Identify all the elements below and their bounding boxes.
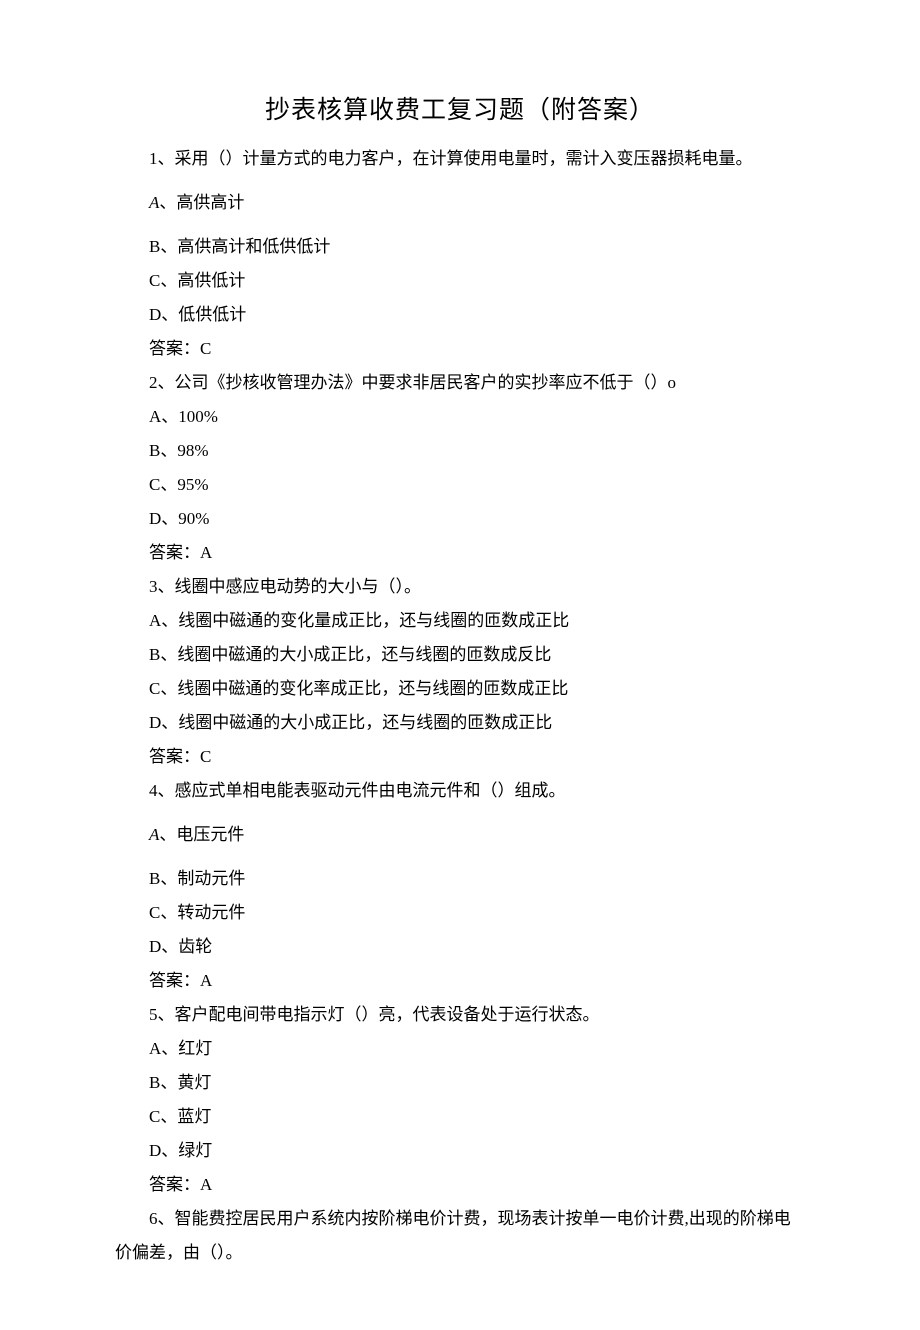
q4-option-a: A、电压元件	[115, 818, 805, 852]
q1-option-d: D、低供低计	[115, 298, 805, 332]
q4-stem: 4、感应式单相电能表驱动元件由电流元件和（）组成。	[115, 774, 805, 808]
q5-answer: 答案：A	[115, 1168, 805, 1202]
q5-stem: 5、客户配电间带电指示灯（）亮，代表设备处于运行状态。	[115, 998, 805, 1032]
q4-answer: 答案：A	[115, 964, 805, 998]
q1-option-b: B、高供高计和低供低计	[115, 230, 805, 264]
q5-option-a: A、红灯	[115, 1032, 805, 1066]
q4-option-d: D、齿轮	[115, 930, 805, 964]
q3-option-b: B、线圈中磁通的大小成正比，还与线圈的匝数成反比	[115, 638, 805, 672]
q2-option-c: C、95%	[115, 468, 805, 502]
q3-option-a: A、线圈中磁通的变化量成正比，还与线圈的匝数成正比	[115, 604, 805, 638]
q1-option-c: C、高供低计	[115, 264, 805, 298]
q2-stem: 2、公司《抄核收管理办法》中要求非居民客户的实抄率应不低于（）o	[115, 366, 805, 400]
q4-option-b: B、制动元件	[115, 862, 805, 896]
q2-answer: 答案：A	[115, 536, 805, 570]
q5-option-c: C、蓝灯	[115, 1100, 805, 1134]
q1-option-a: A、高供高计	[115, 186, 805, 220]
q2-option-b: B、98%	[115, 434, 805, 468]
q4-option-a-prefix: A	[149, 825, 159, 844]
document-page: 抄表核算收费工复习题（附答案） 1、采用（）计量方式的电力客户，在计算使用电量时…	[0, 0, 920, 1330]
q1-option-a-text: 、高供高计	[159, 193, 244, 212]
document-body: 1、采用（）计量方式的电力客户，在计算使用电量时，需计入变压器损耗电量。 A、高…	[115, 142, 805, 1270]
q1-stem: 1、采用（）计量方式的电力客户，在计算使用电量时，需计入变压器损耗电量。	[115, 142, 805, 176]
q5-option-d: D、绿灯	[115, 1134, 805, 1168]
q1-option-a-prefix: A	[149, 193, 159, 212]
q4-option-a-text: 、电压元件	[159, 825, 244, 844]
q2-option-d: D、90%	[115, 502, 805, 536]
q3-option-d: D、线圈中磁通的大小成正比，还与线圈的匝数成正比	[115, 706, 805, 740]
q1-answer: 答案：C	[115, 332, 805, 366]
q2-option-a: A、100%	[115, 400, 805, 434]
q6-stem: 6、智能费控居民用户系统内按阶梯电价计费，现场表计按单一电价计费,出现的阶梯电价…	[115, 1202, 805, 1270]
q3-answer: 答案：C	[115, 740, 805, 774]
q5-option-b: B、黄灯	[115, 1066, 805, 1100]
document-title: 抄表核算收费工复习题（附答案）	[115, 90, 805, 126]
q3-option-c: C、线圈中磁通的变化率成正比，还与线圈的匝数成正比	[115, 672, 805, 706]
q3-stem: 3、线圈中感应电动势的大小与（）。	[115, 570, 805, 604]
q4-option-c: C、转动元件	[115, 896, 805, 930]
